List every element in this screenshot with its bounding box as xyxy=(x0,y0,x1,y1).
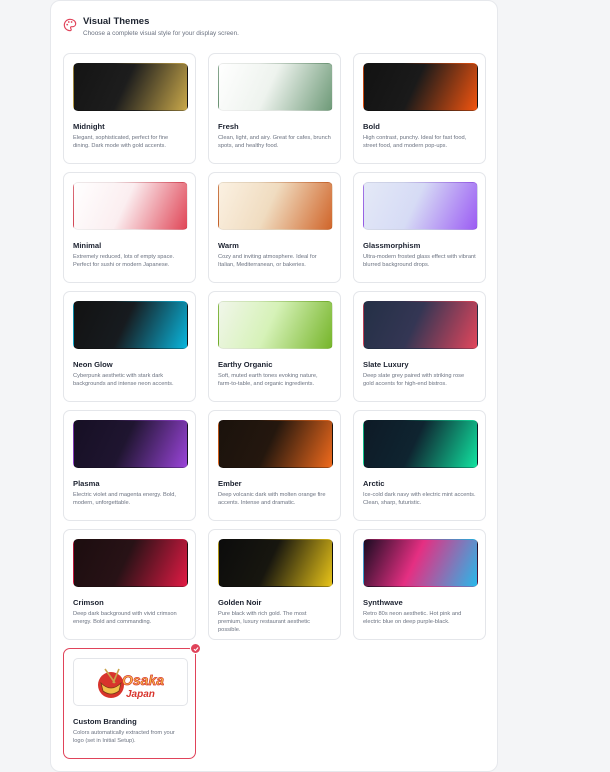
theme-card-custom-branding[interactable]: Osaka Japan Custom Branding Colors automati… xyxy=(63,643,201,759)
theme-preview-swatch xyxy=(218,182,333,230)
theme-name: Synthwave xyxy=(363,598,403,607)
theme-preview-swatch xyxy=(73,182,188,230)
theme-name: Neon Glow xyxy=(73,360,113,369)
theme-description: Colors automatically extracted from your… xyxy=(73,730,175,744)
theme-description: Ice-cold dark navy with electric mint ac… xyxy=(363,492,476,506)
theme-name: Crimson xyxy=(73,598,104,607)
theme-description: Clean, light, and airy. Great for cafes,… xyxy=(218,135,331,149)
theme-name: Slate Luxury xyxy=(363,360,409,369)
theme-card-bold[interactable]: Bold High contrast, punchy. Ideal for fas… xyxy=(353,53,486,164)
theme-card-golden-noir[interactable]: Golden Noir Pure black with rich gold. Th… xyxy=(208,529,341,640)
theme-card-minimal[interactable]: Minimal Extremely reduced, lots of empty … xyxy=(63,172,196,283)
theme-preview-swatch xyxy=(73,63,188,111)
visual-themes-panel: Visual Themes Choose a complete visual s… xyxy=(50,0,498,772)
palette-icon xyxy=(63,18,77,32)
theme-card-arctic[interactable]: Arctic Ice-cold dark navy with electric m… xyxy=(353,410,486,521)
logo-text-osaka: Osaka xyxy=(122,672,164,688)
theme-card-slate-luxury[interactable]: Slate Luxury Deep slate grey paired with … xyxy=(353,291,486,402)
theme-name: Earthy Organic xyxy=(218,360,273,369)
theme-name: Arctic xyxy=(363,479,385,488)
theme-card-midnight[interactable]: Midnight Elegant, sophisticated, perfect … xyxy=(63,53,196,164)
theme-preview-swatch xyxy=(218,539,333,587)
section-subtitle: Choose a complete visual style for your … xyxy=(83,30,239,37)
theme-description: Retro 80s neon aesthetic. Hot pink and e… xyxy=(363,611,462,625)
theme-name: Midnight xyxy=(73,122,105,131)
theme-description: Pure black with rich gold. The most prem… xyxy=(218,611,310,633)
theme-card-plasma[interactable]: Plasma Electric violet and magenta energy… xyxy=(63,410,196,521)
theme-preview-swatch xyxy=(73,301,188,349)
theme-card-synthwave[interactable]: Synthwave Retro 80s neon aesthetic. Hot p… xyxy=(353,529,486,640)
theme-description: Extremely reduced, lots of empty space. … xyxy=(73,254,175,268)
theme-name: Warm xyxy=(218,241,239,250)
theme-card-ember[interactable]: Ember Deep volcanic dark with molten oran… xyxy=(208,410,341,521)
theme-card-neon-glow[interactable]: Neon Glow Cyberpunk aesthetic with stark … xyxy=(63,291,196,402)
logo-text-japan: Japan xyxy=(126,689,155,700)
theme-name: Golden Noir xyxy=(218,598,262,607)
theme-description: High contrast, punchy. Ideal for fast fo… xyxy=(363,135,467,149)
theme-description: Electric violet and magenta energy. Bold… xyxy=(73,492,176,506)
theme-card-warm[interactable]: Warm Cozy and inviting atmosphere. Ideal … xyxy=(208,172,341,283)
theme-description: Cozy and inviting atmosphere. Ideal for … xyxy=(218,254,317,268)
theme-name: Bold xyxy=(363,122,380,131)
theme-preview-swatch xyxy=(73,539,188,587)
theme-preview-swatch xyxy=(218,63,333,111)
theme-preview-swatch xyxy=(363,63,478,111)
section-header: Visual Themes Choose a complete visual s… xyxy=(63,15,485,53)
theme-name: Custom Branding xyxy=(73,717,137,726)
osaka-japan-logo: OsakaJapan xyxy=(97,668,164,700)
theme-preview-swatch xyxy=(73,420,188,468)
theme-description: Cyberpunk aesthetic with stark dark back… xyxy=(73,373,174,387)
selected-check-icon xyxy=(190,643,201,654)
theme-card-earthy-organic[interactable]: Earthy Organic Soft, muted earth tones ev… xyxy=(208,291,341,402)
custom-logo-preview: Osaka Japan xyxy=(73,658,188,706)
section-title: Visual Themes xyxy=(83,16,150,27)
theme-preview-swatch xyxy=(218,420,333,468)
theme-preview-swatch xyxy=(218,301,333,349)
theme-grid: Midnight Elegant, sophisticated, perfect … xyxy=(63,53,486,759)
theme-preview-swatch xyxy=(363,420,478,468)
theme-name: Fresh xyxy=(218,122,239,131)
theme-description: Deep dark background with vivid crimson … xyxy=(73,611,177,625)
theme-preview-swatch xyxy=(363,539,478,587)
theme-name: Ember xyxy=(218,479,242,488)
theme-card-crimson[interactable]: Crimson Deep dark background with vivid c… xyxy=(63,529,196,640)
theme-name: Minimal xyxy=(73,241,102,250)
theme-name: Glassmorphism xyxy=(363,241,421,250)
theme-description: Deep volcanic dark with molten orange fi… xyxy=(218,492,326,506)
theme-name: Plasma xyxy=(73,479,100,488)
theme-preview-swatch xyxy=(363,182,478,230)
theme-preview-swatch xyxy=(363,301,478,349)
theme-description: Deep slate grey paired with striking ros… xyxy=(363,373,465,387)
theme-description: Elegant, sophisticated, perfect for fine… xyxy=(73,135,169,149)
theme-description: Soft, muted earth tones evoking nature, … xyxy=(218,373,318,387)
theme-card-fresh[interactable]: Fresh Clean, light, and airy. Great for c… xyxy=(208,53,341,164)
theme-card-glassmorphism[interactable]: Glassmorphism Ultra-modern frosted glass … xyxy=(353,172,486,283)
theme-description: Ultra-modern frosted glass effect with v… xyxy=(363,254,476,268)
